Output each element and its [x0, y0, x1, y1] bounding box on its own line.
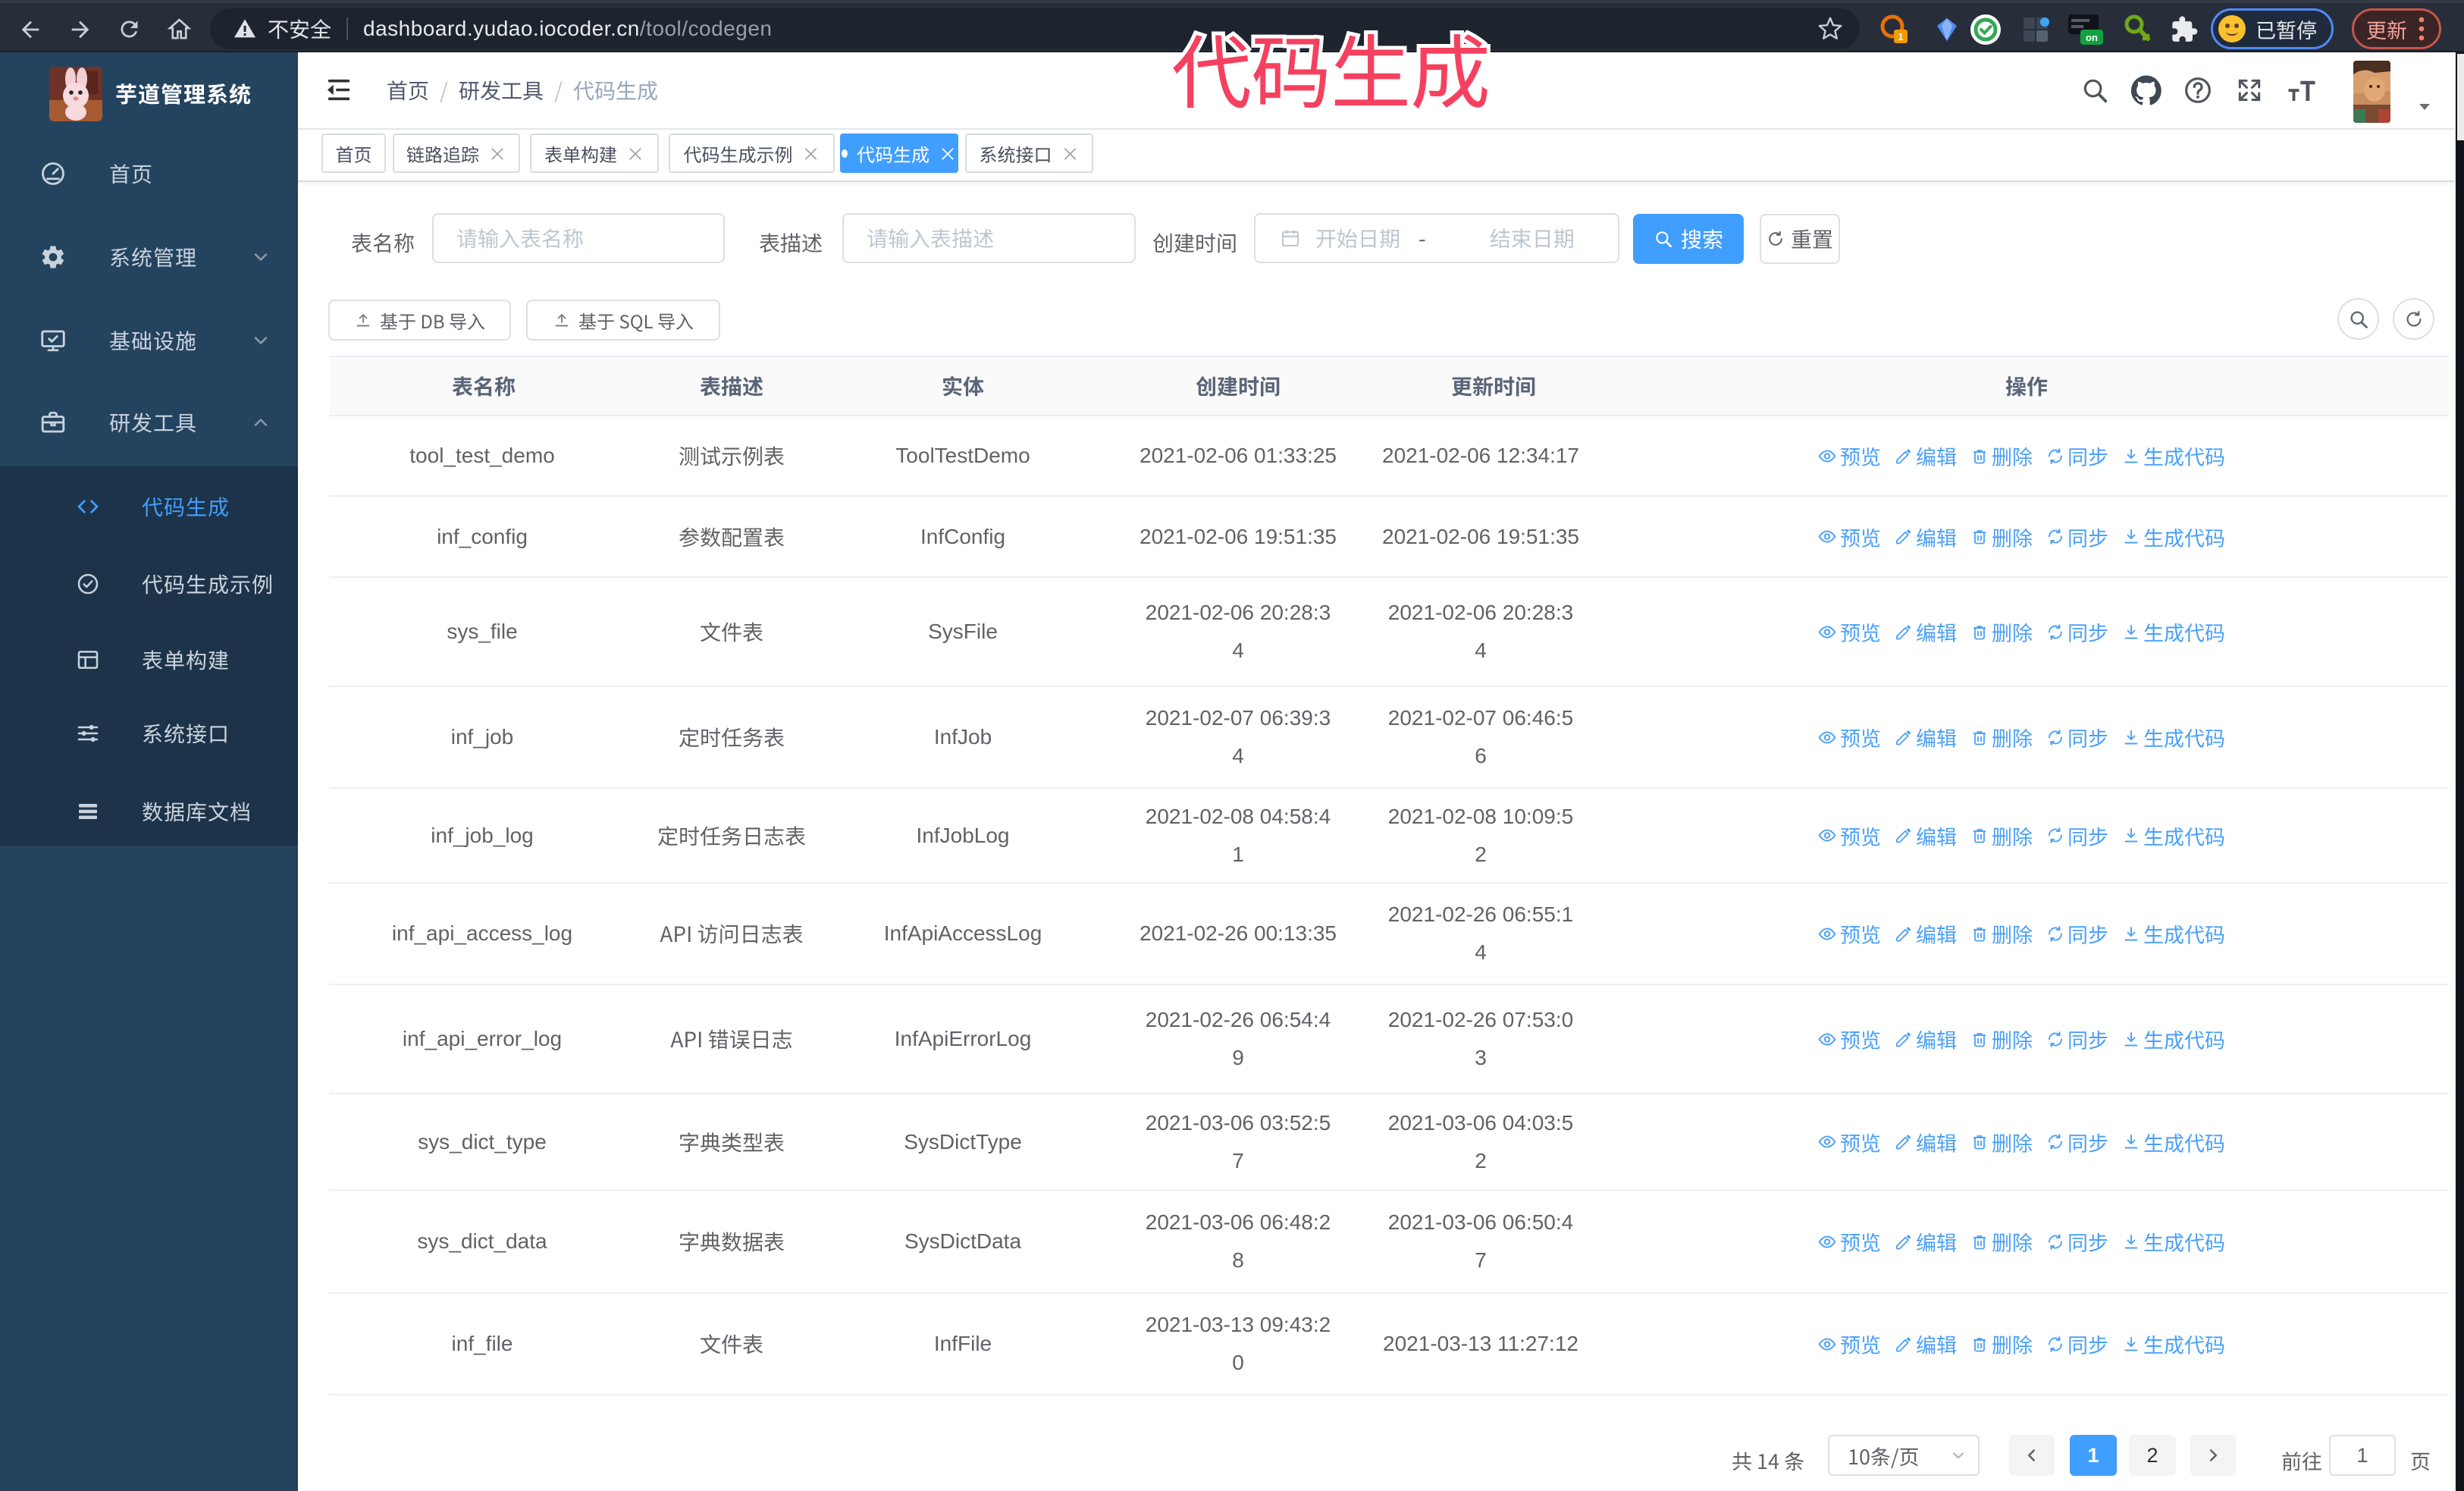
svg-text:on: on [2086, 32, 2098, 43]
svg-text:代码生成: 代码生成 [1171, 30, 1490, 119]
svg-text:1: 1 [1898, 31, 1903, 42]
